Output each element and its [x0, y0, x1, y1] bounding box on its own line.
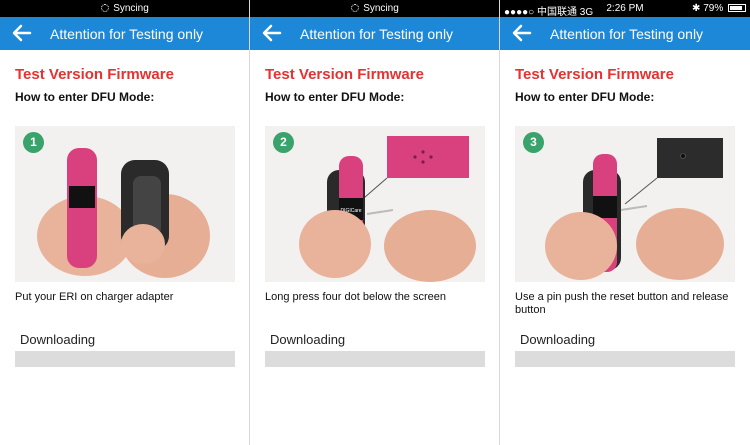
dfu-subtitle: How to enter DFU Mode: [515, 90, 655, 104]
instruction-caption: Long press four dot below the screen [265, 291, 447, 303]
instruction-panel-3: ●●●●○ 中国联通 3G 2:26 PM ✱ 79% Attention fo… [500, 0, 750, 445]
dfu-subtitle: How to enter DFU Mode: [265, 90, 405, 104]
instruction-photo: DIGICare 2 [265, 126, 485, 282]
firmware-title: Test Version Firmware [15, 66, 174, 83]
status-bar: Syncing [0, 0, 250, 17]
spinner-icon [351, 4, 360, 12]
back-button[interactable] [10, 21, 36, 45]
firmware-title: Test Version Firmware [515, 66, 674, 83]
nav-title: Attention for Testing only [300, 26, 454, 42]
dfu-subtitle: How to enter DFU Mode: [15, 90, 155, 104]
back-button[interactable] [510, 21, 536, 45]
sync-text: Syncing [363, 3, 399, 14]
step-badge: 1 [23, 132, 44, 153]
status-bar: ●●●●○ 中国联通 3G 2:26 PM ✱ 79% [500, 0, 750, 18]
downloading-label: Downloading [20, 332, 96, 347]
downloading-label: Downloading [520, 332, 596, 347]
sync-indicator: Syncing [0, 3, 250, 14]
instruction-photo: 3 [515, 126, 735, 282]
nav-title: Attention for Testing only [50, 26, 204, 42]
instruction-caption: Put your ERI on charger adapter [15, 291, 174, 303]
arrow-left-icon [12, 24, 32, 42]
downloading-label: Downloading [270, 332, 346, 347]
back-button[interactable] [260, 21, 286, 45]
download-progress-bar [515, 351, 735, 367]
battery-percent: 79% [703, 3, 724, 14]
nav-bar: Attention for Testing only [500, 17, 750, 50]
status-right: ✱ 79% [692, 3, 746, 14]
bluetooth-icon: ✱ [692, 3, 701, 14]
status-bar: Syncing [250, 0, 500, 17]
step-badge: 3 [523, 132, 544, 153]
spinner-icon [101, 4, 110, 12]
instruction-caption: Use a pin push the reset button and rele… [515, 291, 729, 316]
nav-bar: Attention for Testing only [0, 17, 250, 50]
nav-bar: Attention for Testing only [250, 17, 500, 50]
sync-text: Syncing [113, 3, 149, 14]
arrow-left-icon [512, 24, 532, 42]
instruction-photo: 1 [15, 126, 235, 282]
download-progress-bar [15, 351, 235, 367]
instruction-panel-1: Syncing Attention for Testing only Test … [0, 0, 250, 445]
sync-indicator: Syncing [250, 3, 500, 14]
download-progress-bar [265, 351, 485, 367]
battery-icon [728, 4, 746, 12]
arrow-left-icon [262, 24, 282, 42]
step-badge: 2 [273, 132, 294, 153]
firmware-title: Test Version Firmware [265, 66, 424, 83]
nav-title: Attention for Testing only [550, 26, 704, 42]
instruction-panel-2: Syncing Attention for Testing only Test … [250, 0, 500, 445]
